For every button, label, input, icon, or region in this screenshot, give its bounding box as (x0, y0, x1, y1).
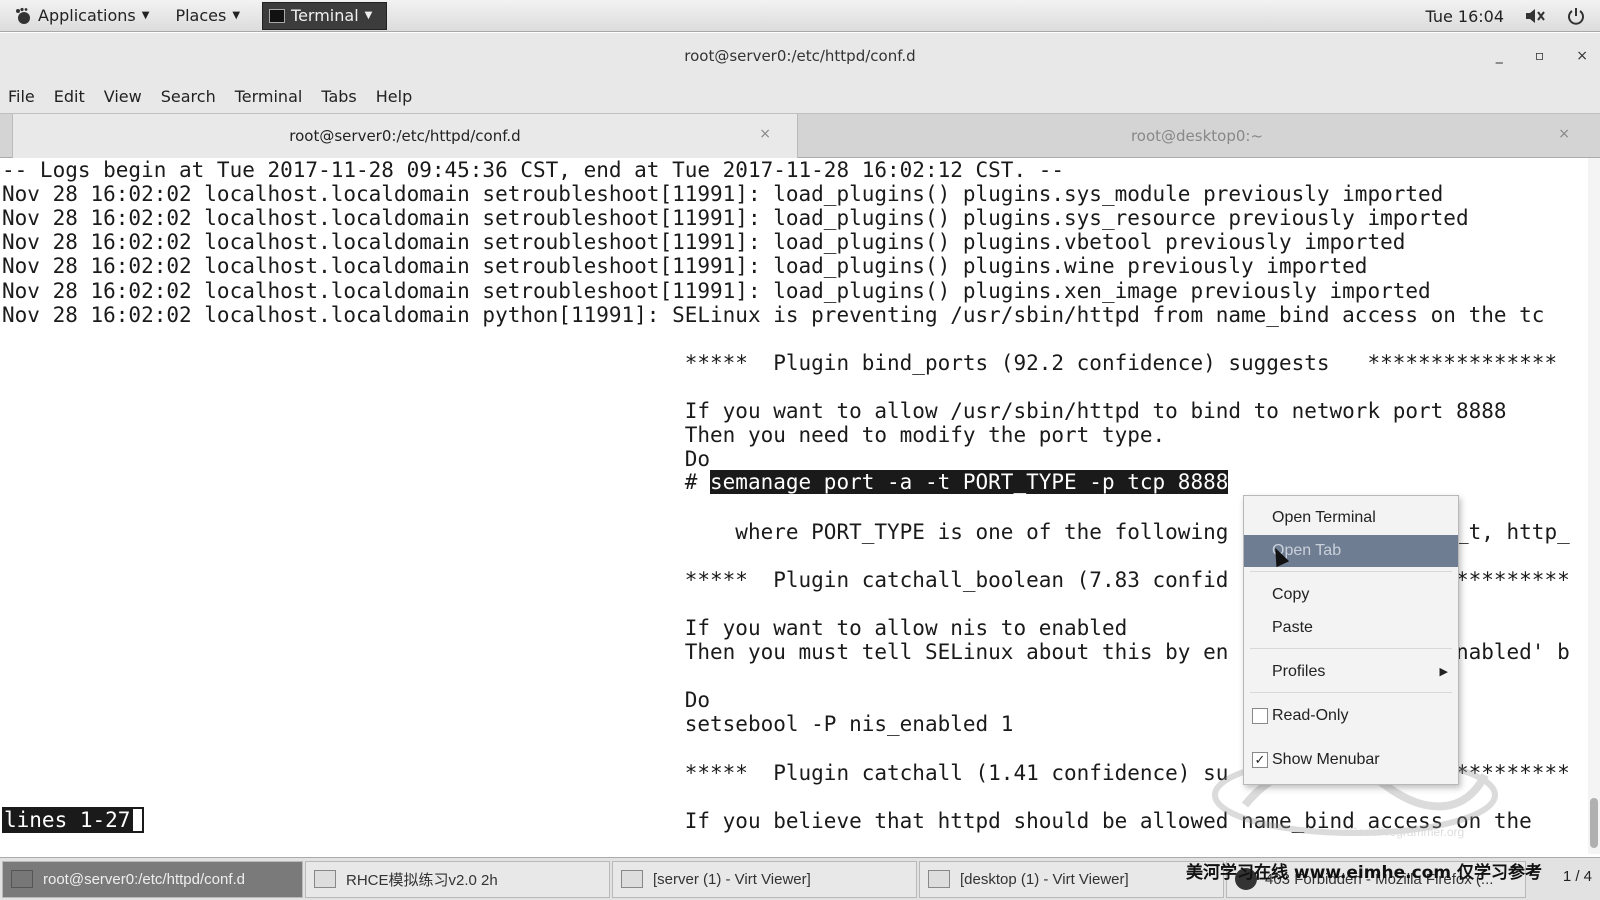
menu-show-menubar-label: Show Menubar (1272, 751, 1380, 768)
hash-prompt: # (2, 470, 711, 494)
maximize-button[interactable]: ▫ (1535, 48, 1545, 64)
terminal-line: Do (2, 447, 711, 472)
menu-read-only-label: Read-Only (1272, 707, 1349, 724)
menu-show-menubar[interactable]: ✓ Show Menubar (1244, 744, 1458, 776)
chevron-right-icon: ▶ (1439, 666, 1448, 678)
document-icon (314, 870, 336, 888)
terminal-line: Nov 28 16:02:02 localhost.localdomain se… (2, 230, 1406, 255)
scrollbar[interactable] (1588, 158, 1600, 854)
top-panel: Applications ▼ Places ▼ Terminal ▼ Tue 1… (0, 0, 1600, 32)
chevron-down-icon: ▼ (141, 10, 150, 21)
task-desktop-viewer[interactable]: [desktop (1) - Virt Viewer] (919, 860, 1224, 898)
terminal-line: Then you need to modify the port type. (2, 423, 1166, 448)
terminal-selected-line: # semanage port -a -t PORT_TYPE -p tcp 8… (2, 470, 1229, 494)
close-icon[interactable]: × (1558, 126, 1570, 142)
checkmark-icon[interactable]: ✓ (1252, 752, 1268, 768)
terminal-app-menu[interactable]: Terminal ▼ (262, 1, 388, 30)
menu-open-terminal[interactable]: Open Terminal (1244, 502, 1458, 534)
task-label: [desktop (1) - Virt Viewer] (960, 870, 1129, 888)
applications-menu[interactable]: Applications ▼ (0, 0, 157, 32)
pager-status: lines 1-27 (2, 807, 133, 833)
menu-edit[interactable]: Edit (54, 87, 85, 106)
menu-help[interactable]: Help (376, 87, 412, 106)
task-terminal[interactable]: root@server0:/etc/httpd/conf.d (2, 860, 303, 898)
terminal-icon (269, 8, 286, 23)
tab-desktop0[interactable]: root@desktop0:~ × (798, 114, 1596, 158)
monitor-icon (928, 870, 950, 888)
places-label: Places (175, 6, 227, 25)
tab-label: root@desktop0:~ (1130, 127, 1264, 145)
window-title: root@server0:/etc/httpd/conf.d (684, 47, 916, 65)
selected-text[interactable]: semanage port -a -t PORT_TYPE -p tcp 888… (710, 470, 1229, 494)
terminal-line: Nov 28 16:02:02 localhost.localdomain se… (2, 182, 1444, 207)
terminal-line: -- Logs begin at Tue 2017-11-28 09:45:36… (2, 158, 1065, 182)
task-server-viewer[interactable]: [server (1) - Virt Viewer] (612, 860, 917, 898)
task-label: RHCE模拟练习v2.0 2h (346, 871, 498, 889)
minimize-button[interactable]: _ (1496, 48, 1503, 64)
chevron-down-icon: ▼ (232, 10, 241, 21)
terminal-line: Nov 28 16:02:02 localhost.localdomain se… (2, 254, 1368, 279)
task-rhce[interactable]: RHCE模拟练习v2.0 2h (305, 860, 610, 898)
applications-label: Applications (38, 6, 136, 25)
speaker-icon[interactable] (1524, 7, 1546, 25)
chevron-down-icon: ▼ (364, 10, 373, 21)
close-icon[interactable]: × (759, 126, 771, 142)
menu-paste[interactable]: Paste (1244, 612, 1458, 644)
overlay-watermark-text: 美河学习在线 www.eimhe.com 仅学习参考 (1186, 863, 1542, 883)
menu-separator (1250, 692, 1452, 693)
gnome-foot-icon (16, 7, 30, 24)
menu-copy[interactable]: Copy (1244, 579, 1458, 611)
terminal-line: If you want to allow nis to enabled (2, 615, 1128, 640)
terminal-line: Nov 28 16:02:02 localhost.localdomain se… (2, 206, 1469, 231)
places-menu[interactable]: Places ▼ (167, 0, 248, 32)
tab-server0[interactable]: root@server0:/etc/httpd/conf.d × (12, 114, 798, 158)
menu-profiles-label: Profiles (1272, 663, 1326, 680)
context-menu: Open Terminal Open Tab Copy Paste Profil… (1243, 495, 1459, 785)
menu-read-only[interactable]: Read-Only (1244, 700, 1458, 732)
power-icon[interactable] (1566, 6, 1586, 26)
terminal-app-label: Terminal (291, 6, 359, 25)
monitor-icon (621, 870, 643, 888)
checkbox-icon[interactable] (1252, 708, 1268, 724)
terminal-line: If you believe that httpd should be allo… (2, 808, 1532, 833)
task-label: root@server0:/etc/httpd/conf.d (43, 870, 245, 888)
window-titlebar[interactable]: root@server0:/etc/httpd/conf.d (0, 33, 1600, 79)
terminal-line: ***** Plugin bind_ports (92.2 confidence… (2, 350, 1558, 375)
tab-bar: root@server0:/etc/httpd/conf.d × root@de… (0, 113, 1600, 158)
menu-tabs[interactable]: Tabs (321, 87, 356, 106)
menu-file[interactable]: File (8, 87, 35, 106)
terminal-icon (11, 870, 33, 888)
window-controls: _ ▫ × (1496, 33, 1588, 79)
workspace-indicator[interactable]: 1 / 4 (1563, 868, 1592, 885)
status-area: Tue 16:04 (1425, 0, 1586, 32)
menu-separator (1250, 648, 1452, 649)
terminal-line: Nov 28 16:02:02 localhost.localdomain py… (2, 302, 1545, 327)
terminal-line: Nov 28 16:02:02 localhost.localdomain se… (2, 278, 1431, 303)
menu-separator (1250, 571, 1452, 572)
watermark-text: ©CodeProgrammer.org (1340, 825, 1465, 839)
terminal-line: Do (2, 688, 711, 713)
terminal-line: setsebool -P nis_enabled 1 (2, 712, 1014, 737)
task-label: [server (1) - Virt Viewer] (653, 870, 811, 888)
terminal-line: If you want to allow /usr/sbin/httpd to … (2, 399, 1507, 423)
tab-label: root@server0:/etc/httpd/conf.d (289, 127, 521, 145)
clock[interactable]: Tue 16:04 (1425, 7, 1504, 26)
text-cursor (131, 807, 144, 833)
menu-terminal[interactable]: Terminal (235, 87, 303, 106)
menu-view[interactable]: View (104, 87, 142, 106)
menu-profiles[interactable]: Profiles ▶ (1244, 656, 1458, 688)
close-button[interactable]: × (1576, 48, 1588, 64)
scrollbar-thumb[interactable] (1590, 798, 1598, 848)
menubar: File Edit View Search Terminal Tabs Help (0, 79, 1600, 113)
menu-search[interactable]: Search (161, 87, 216, 106)
